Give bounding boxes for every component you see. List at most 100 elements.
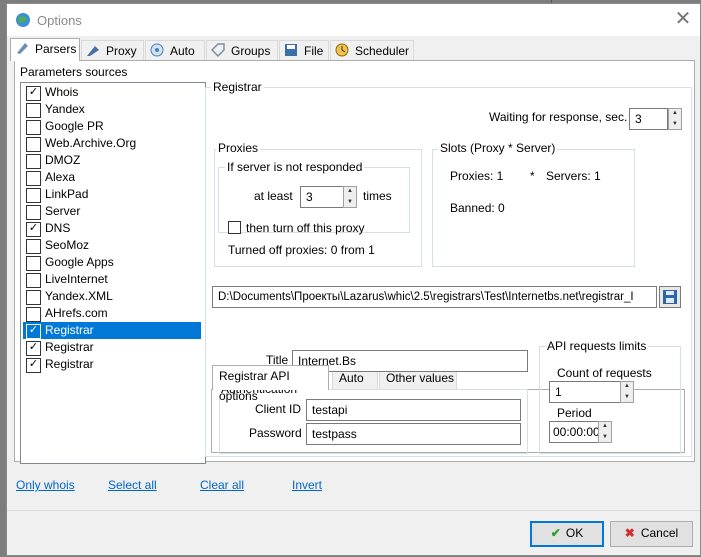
item-checkbox[interactable] xyxy=(26,103,41,118)
sources-list[interactable]: ✓ Whois Yandex Google PR Web.Archive.Org DMOZ… xyxy=(20,82,206,464)
slots-servers: Servers: 1 xyxy=(546,169,601,183)
list-item[interactable]: LiveInternet xyxy=(23,271,201,288)
period-label: Period xyxy=(557,406,592,420)
tab-auto[interactable]: Auto xyxy=(145,40,205,61)
spin-down-icon[interactable]: ▼ xyxy=(669,120,681,129)
period-input[interactable]: 00:00:00 xyxy=(549,421,599,443)
item-checkbox[interactable] xyxy=(26,307,41,322)
item-checkbox[interactable] xyxy=(26,205,41,220)
item-label: Web.Archive.Org xyxy=(45,136,137,150)
spin-up-icon[interactable]: ▲ xyxy=(669,109,681,118)
tab-registrar-api-options[interactable]: Registrar API options xyxy=(212,365,329,403)
spin-down-icon[interactable]: ▼ xyxy=(621,393,633,402)
tab-label: Proxy xyxy=(106,44,137,58)
count-spinner[interactable]: ▲ ▼ xyxy=(620,381,634,403)
times-label: times xyxy=(363,189,392,203)
tab-label: File xyxy=(304,44,324,58)
cancel-label: Cancel xyxy=(640,526,679,540)
waiting-input[interactable]: 3 xyxy=(629,108,668,130)
list-item[interactable]: ✓ Registrar xyxy=(23,356,201,373)
item-checkbox[interactable] xyxy=(26,154,41,169)
item-checkbox[interactable] xyxy=(26,273,41,288)
item-checkbox[interactable]: ✓ xyxy=(26,222,41,237)
tab-groups[interactable]: Groups xyxy=(206,40,278,61)
registrar-title: Registrar xyxy=(211,80,264,94)
at-least-label: at least xyxy=(254,189,293,203)
tab-file[interactable]: File xyxy=(279,40,329,61)
list-item[interactable]: ✓ Registrar xyxy=(23,339,201,356)
item-label: Alexa xyxy=(45,170,76,184)
spin-up-icon[interactable]: ▲ xyxy=(621,382,633,391)
item-checkbox[interactable]: ✓ xyxy=(26,341,41,356)
item-checkbox[interactable] xyxy=(26,239,41,254)
item-checkbox[interactable] xyxy=(26,137,41,152)
client-id-input[interactable]: testapi xyxy=(306,399,521,421)
spin-up-icon[interactable]: ▲ xyxy=(599,422,611,431)
item-label: DMOZ xyxy=(45,153,81,167)
waiting-spinner[interactable]: ▲ ▼ xyxy=(668,108,682,130)
auto-icon xyxy=(150,43,166,57)
item-label: LiveInternet xyxy=(45,272,108,286)
password-label: Password xyxy=(249,426,302,440)
spin-down-icon[interactable]: ▼ xyxy=(599,433,611,442)
select-all-link[interactable]: Select all xyxy=(108,478,157,492)
checkmark-icon: ✔ xyxy=(550,526,561,540)
list-item[interactable]: Google PR xyxy=(23,118,201,135)
ok-button[interactable]: ✔ OK xyxy=(530,521,604,547)
waiting-label: Waiting for response, sec. xyxy=(489,110,628,124)
item-label: Registrar xyxy=(45,357,94,371)
list-item[interactable]: LinkPad xyxy=(23,186,201,203)
list-item[interactable]: DMOZ xyxy=(23,152,201,169)
cancel-x-icon: ✖ xyxy=(624,526,635,540)
item-label: Registrar xyxy=(45,323,94,337)
turn-off-checkbox[interactable] xyxy=(228,221,241,234)
item-label: LinkPad xyxy=(45,187,89,201)
tab-label: Scheduler xyxy=(355,44,410,58)
spin-up-icon[interactable]: ▲ xyxy=(344,187,356,196)
close-icon[interactable]: ✕ xyxy=(671,8,695,32)
list-item[interactable]: Yandex xyxy=(23,101,201,118)
count-input[interactable]: 1 xyxy=(549,381,621,403)
invert-link[interactable]: Invert xyxy=(292,478,322,492)
backdrop-line xyxy=(551,0,552,3)
list-item[interactable]: Web.Archive.Org xyxy=(23,135,201,152)
item-label: Yandex.XML xyxy=(45,289,113,303)
at-least-input[interactable]: 3 xyxy=(300,186,344,208)
period-spinner[interactable]: ▲ ▼ xyxy=(598,421,612,443)
tab-parsers[interactable]: Parsers xyxy=(10,38,80,61)
list-item[interactable]: ✓ DNS xyxy=(23,220,201,237)
clear-all-link[interactable]: Clear all xyxy=(200,478,244,492)
save-icon[interactable] xyxy=(659,286,681,308)
item-checkbox[interactable]: ✓ xyxy=(26,324,41,339)
list-item[interactable]: ✓ Registrar xyxy=(23,322,201,339)
list-item[interactable]: Server xyxy=(23,203,201,220)
cancel-button[interactable]: ✖ Cancel xyxy=(610,521,693,547)
item-label: AHrefs.com xyxy=(45,306,108,320)
slots-banned: Banned: 0 xyxy=(450,201,505,215)
item-checkbox[interactable]: ✓ xyxy=(26,358,41,373)
item-checkbox[interactable] xyxy=(26,290,41,305)
footer-divider xyxy=(7,510,700,511)
spin-down-icon[interactable]: ▼ xyxy=(344,198,356,207)
registrar-path-input[interactable]: D:\Documents\Проекты\Lazarus\whic\2.5\re… xyxy=(212,286,657,308)
list-item[interactable]: Yandex.XML xyxy=(23,288,201,305)
options-window: Options ✕ Parsers Proxy Auto Groups File… xyxy=(6,3,701,556)
list-item[interactable]: ✓ Whois xyxy=(23,84,201,101)
item-checkbox[interactable] xyxy=(26,256,41,271)
only-whois-link[interactable]: Only whois xyxy=(16,478,75,492)
at-least-spinner[interactable]: ▲ ▼ xyxy=(343,186,357,208)
item-checkbox[interactable] xyxy=(26,171,41,186)
list-item[interactable]: SeoMoz xyxy=(23,237,201,254)
tab-proxy[interactable]: Proxy xyxy=(81,40,144,61)
item-checkbox[interactable] xyxy=(26,120,41,135)
list-item[interactable]: Alexa xyxy=(23,169,201,186)
list-item[interactable]: AHrefs.com xyxy=(23,305,201,322)
proxy-icon xyxy=(86,43,102,57)
item-checkbox[interactable]: ✓ xyxy=(26,86,41,101)
item-checkbox[interactable] xyxy=(26,188,41,203)
item-label: Whois xyxy=(45,85,79,99)
password-input[interactable]: testpass xyxy=(306,423,521,445)
client-id-label: Client ID xyxy=(255,402,302,416)
tab-scheduler[interactable]: Scheduler xyxy=(330,40,414,61)
list-item[interactable]: Google Apps xyxy=(23,254,201,271)
